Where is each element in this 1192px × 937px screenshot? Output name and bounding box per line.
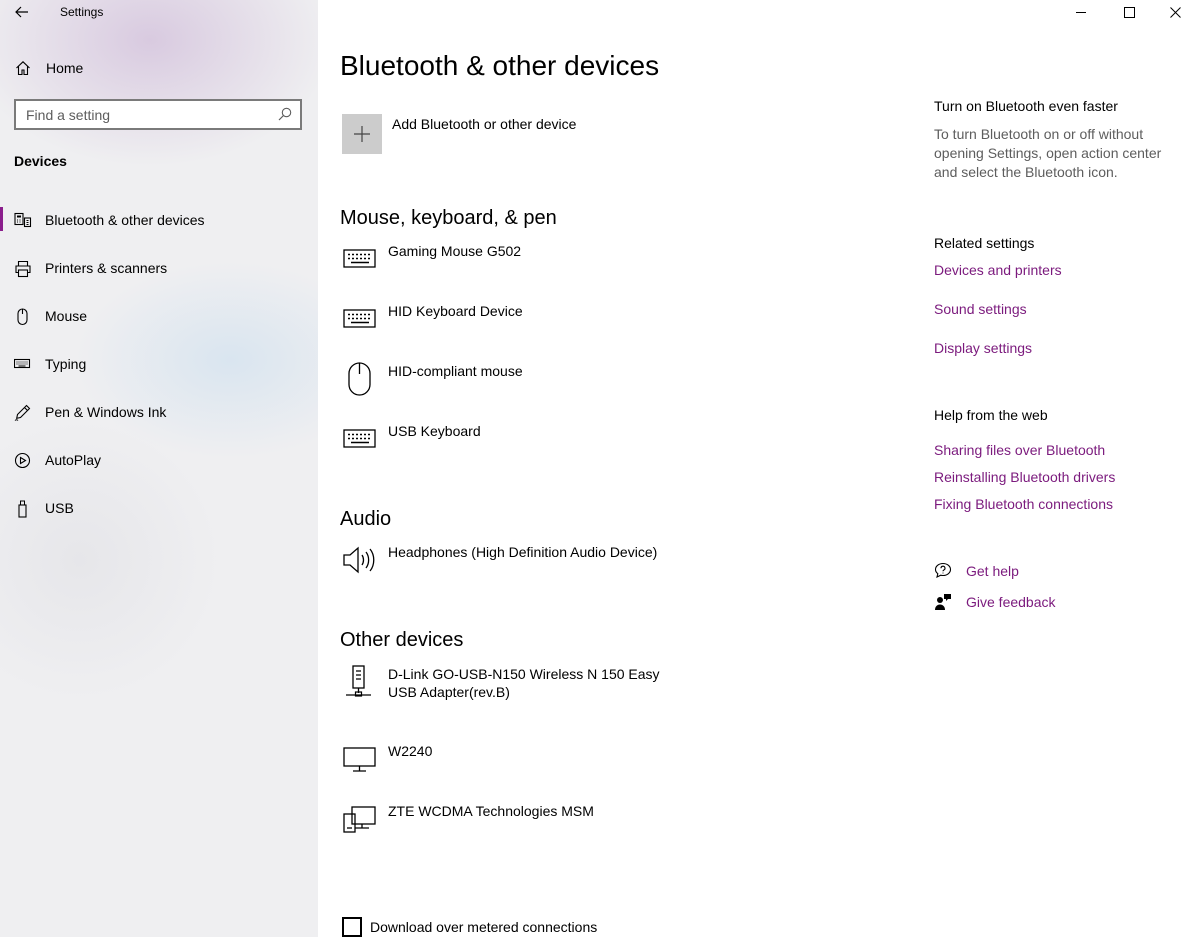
help-from-web-title: Help from the web	[934, 407, 1048, 423]
pen-icon	[14, 404, 31, 421]
link-devices-and-printers[interactable]: Devices and printers	[934, 262, 1062, 278]
sidebar-item-mouse[interactable]: Mouse	[0, 300, 318, 348]
device-name: USB Keyboard	[388, 423, 481, 439]
add-device-label[interactable]: Add Bluetooth or other device	[392, 116, 576, 132]
page-title: Bluetooth & other devices	[340, 50, 660, 81]
device-row[interactable]: USB Keyboard	[340, 422, 900, 472]
sidebar-item-label: Printers & scanners	[45, 260, 168, 276]
device-name: Gaming Mouse G502	[388, 243, 522, 259]
give-feedback-link[interactable]: Give feedback	[966, 594, 1056, 610]
monitor-icon	[343, 747, 376, 772]
device-row[interactable]: Headphones (High Definition Audio Device…	[340, 543, 900, 593]
device-name: Headphones (High Definition Audio Device…	[388, 544, 658, 560]
home-icon	[16, 61, 30, 76]
keyboard-icon	[343, 429, 376, 448]
sidebar-item-bluetooth[interactable]: Bluetooth & other devices	[0, 204, 318, 252]
sidebar-item-label: USB	[45, 500, 74, 516]
sidebar-item-autoplay[interactable]: AutoPlay	[0, 444, 318, 492]
link-fixing-connections[interactable]: Fixing Bluetooth connections	[934, 496, 1113, 512]
device-name: HID Keyboard Device	[388, 303, 523, 319]
get-help-icon	[934, 562, 952, 579]
search-icon[interactable]	[278, 107, 292, 121]
close-icon	[1169, 6, 1181, 18]
speaker-icon	[343, 546, 375, 574]
sidebar-item-pen[interactable]: Pen & Windows Ink	[0, 396, 318, 444]
bt-faster-description: To turn Bluetooth on or off without open…	[934, 126, 1162, 180]
add-device-button[interactable]	[342, 114, 382, 154]
minimize-button[interactable]	[1058, 0, 1104, 24]
related-settings-title: Related settings	[934, 235, 1035, 251]
back-button[interactable]	[10, 2, 34, 22]
metered-label: Download over metered connections	[370, 919, 598, 935]
bt-faster-title: Turn on Bluetooth even faster	[934, 98, 1118, 114]
device-name: HID-compliant mouse	[388, 363, 523, 379]
network-adapter-icon	[346, 665, 371, 697]
group-title-mouse-keyboard: Mouse, keyboard, & pen	[340, 207, 557, 229]
home-nav-item[interactable]: Home	[0, 52, 318, 84]
search-box[interactable]	[14, 99, 302, 130]
generic-device-icon	[343, 806, 376, 833]
device-name: ZTE WCDMA Technologies MSM	[388, 803, 594, 819]
device-row[interactable]: HID Keyboard Device	[340, 302, 900, 352]
sidebar-item-label: Typing	[45, 356, 87, 372]
feedback-icon	[935, 594, 951, 610]
group-title-other: Other devices	[340, 629, 464, 651]
devices-nav: Bluetooth & other devices Printers & sca…	[0, 204, 318, 540]
sidebar-item-label: Pen & Windows Ink	[45, 404, 167, 420]
app-title: Settings	[60, 5, 104, 19]
sidebar-item-label: Mouse	[45, 308, 88, 324]
search-input[interactable]	[16, 101, 256, 128]
link-reinstalling-drivers[interactable]: Reinstalling Bluetooth drivers	[934, 469, 1115, 485]
sidebar: Settings Home Devices Bluetooth & other …	[0, 0, 318, 937]
sidebar-item-label: AutoPlay	[45, 452, 102, 468]
section-label-devices: Devices	[14, 153, 67, 169]
device-row[interactable]: Gaming Mouse G502	[340, 242, 900, 292]
device-name: W2240	[388, 743, 433, 759]
metered-checkbox[interactable]	[342, 917, 362, 937]
group-title-audio: Audio	[340, 508, 392, 530]
link-display-settings[interactable]: Display settings	[934, 340, 1032, 356]
bluetooth-devices-icon	[14, 212, 32, 228]
device-row[interactable]: HID-compliant mouse	[340, 362, 900, 412]
device-row[interactable]: D-Link GO-USB-N150 Wireless N 150 Easy U…	[340, 665, 900, 715]
keyboard-icon	[343, 309, 376, 328]
get-help-link[interactable]: Get help	[966, 563, 1019, 579]
sidebar-item-usb[interactable]: USB	[0, 492, 318, 540]
usb-icon	[18, 500, 27, 518]
sidebar-item-label: Bluetooth & other devices	[45, 212, 205, 228]
minimize-icon	[1076, 12, 1086, 13]
sidebar-item-printers[interactable]: Printers & scanners	[0, 252, 318, 300]
printer-icon	[15, 260, 31, 278]
mouse-icon	[17, 308, 28, 326]
home-label: Home	[46, 60, 84, 76]
keyboard-icon	[14, 358, 31, 369]
link-sound-settings[interactable]: Sound settings	[934, 301, 1027, 317]
maximize-icon	[1123, 6, 1135, 18]
close-button[interactable]	[1152, 0, 1192, 24]
autoplay-icon	[14, 452, 31, 469]
back-arrow-icon	[15, 6, 28, 18]
device-row[interactable]: ZTE WCDMA Technologies MSM	[340, 802, 900, 852]
maximize-button[interactable]	[1106, 0, 1152, 24]
mouse-icon	[348, 362, 371, 396]
device-row[interactable]: W2240	[340, 742, 900, 792]
plus-icon	[354, 126, 370, 142]
keyboard-icon	[343, 249, 376, 268]
sidebar-item-typing[interactable]: Typing	[0, 348, 318, 396]
device-name: D-Link GO-USB-N150 Wireless N 150 Easy U…	[388, 666, 660, 700]
link-sharing-files[interactable]: Sharing files over Bluetooth	[934, 442, 1105, 458]
